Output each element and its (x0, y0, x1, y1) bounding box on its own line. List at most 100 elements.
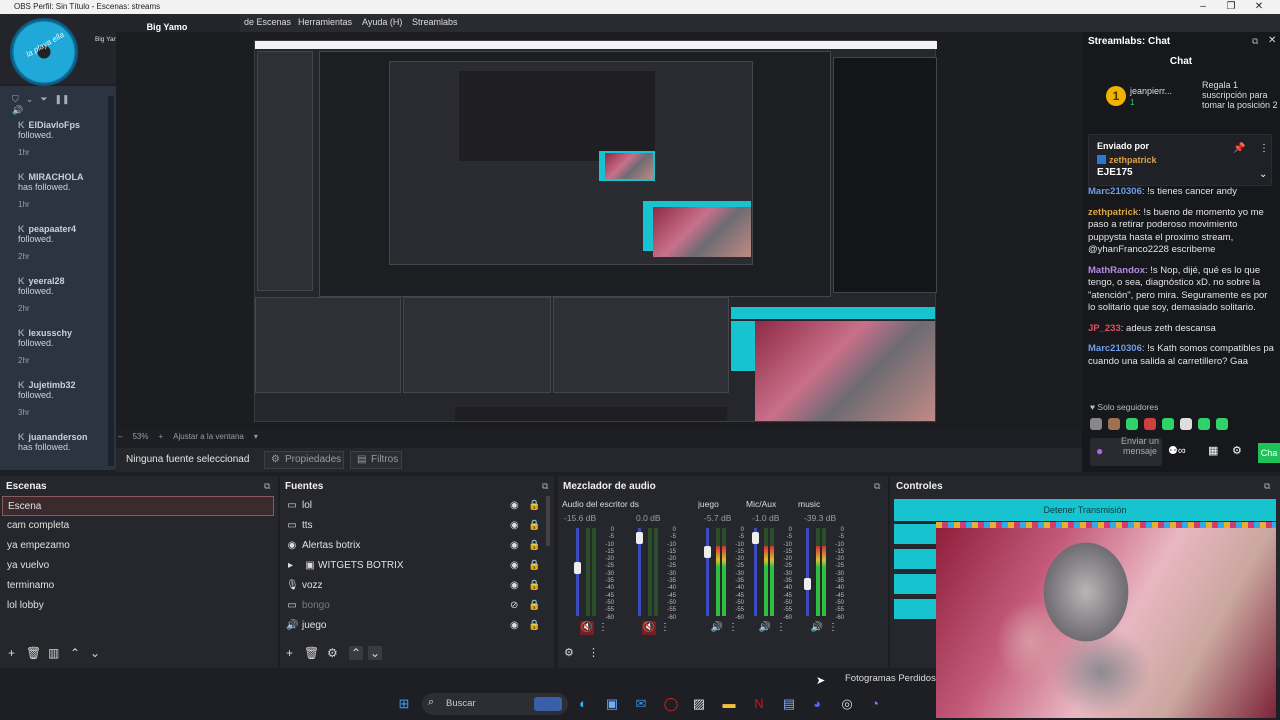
fader-knob-icon[interactable] (752, 532, 759, 544)
more-icon[interactable]: ⋮ (726, 621, 740, 635)
chat-user[interactable]: MathRandox (1088, 265, 1145, 276)
float-icon[interactable]: ⧉ (264, 481, 274, 491)
windows-start-icon[interactable]: ⊞ (395, 695, 413, 713)
emote-icon[interactable] (1198, 418, 1210, 430)
filter-icon[interactable]: ⏷ (40, 94, 47, 104)
stop-streaming-button[interactable]: Detener Transmisión (894, 499, 1276, 521)
down-icon[interactable]: ⌄ (368, 646, 382, 660)
close-icon[interactable]: ✕ (1268, 35, 1276, 46)
scene-item[interactable]: terminamo (2, 576, 274, 596)
lock-icon[interactable]: 🔒 (528, 496, 540, 516)
volume-icon[interactable]: 🔊 (710, 621, 724, 635)
eye-icon[interactable]: ◉ (510, 516, 519, 536)
more-icon[interactable]: ⋮ (658, 621, 672, 635)
fit-window[interactable]: Ajustar a la ventana (173, 432, 244, 441)
lock-icon[interactable]: 🔒 (528, 616, 540, 636)
lock-icon[interactable]: 🔒 (528, 556, 540, 576)
control-button[interactable] (894, 574, 938, 594)
event-user[interactable]: lexusschy (29, 328, 73, 338)
volume-icon[interactable]: 🔊 (758, 621, 772, 635)
preview-canvas[interactable] (254, 40, 937, 422)
mic-icon[interactable]: ● (1096, 444, 1103, 458)
outlook-icon[interactable]: ✉ (632, 695, 650, 713)
emote-icon[interactable] (1126, 418, 1138, 430)
eye-icon[interactable]: ◉ (510, 616, 519, 636)
up-icon[interactable]: ⌃ (349, 646, 363, 660)
muted-icon[interactable]: 🔇 (642, 621, 656, 635)
eye-icon[interactable]: ◉ (510, 556, 519, 576)
scene-item[interactable]: Escena (2, 496, 274, 516)
add-icon[interactable]: + (8, 646, 15, 660)
gear-icon[interactable]: ⚙ (327, 646, 338, 660)
expand-icon[interactable]: ▸ (288, 556, 293, 576)
source-item[interactable]: ▭ tts ◉ 🔒 (284, 516, 546, 536)
eye-icon[interactable]: ◉ (510, 536, 519, 556)
source-item[interactable]: ▭ bongo ⊘ 🔒 (284, 596, 546, 616)
properties-button[interactable]: ⚙ Propiedades (264, 451, 344, 469)
shield-icon[interactable]: ⛉ (12, 94, 19, 104)
pin-icon[interactable]: 📌 (1233, 143, 1245, 154)
emote-icon[interactable] (1144, 418, 1156, 430)
volume-fader[interactable] (806, 528, 809, 616)
chat-user[interactable]: Marc210306 (1088, 186, 1142, 197)
gift-promo[interactable]: Regala 1 suscripción para tomar la posic… (1202, 80, 1278, 110)
float-icon[interactable]: ⧉ (1264, 481, 1274, 491)
control-button[interactable] (894, 599, 938, 619)
minimize-icon[interactable]: – (1190, 0, 1216, 14)
fader-knob-icon[interactable] (574, 562, 581, 574)
event-user[interactable]: ElDiavloFps (29, 120, 81, 130)
leader-name[interactable]: jeanpierr... (1130, 86, 1172, 96)
edge-icon[interactable]: ◐ (574, 695, 592, 713)
netflix-icon[interactable]: N (750, 695, 768, 713)
folder-icon[interactable]: ▬ (720, 695, 738, 713)
emote-icon[interactable] (1180, 418, 1192, 430)
discord-icon[interactable]: ◕ (808, 695, 826, 713)
close-icon[interactable]: ✕ (1246, 0, 1272, 14)
obs-icon[interactable]: ◎ (838, 695, 856, 713)
emote-icon[interactable] (1108, 418, 1120, 430)
muted-icon[interactable]: 🔇 (580, 621, 594, 635)
source-item[interactable]: 🔊 juego ◉ 🔒 (284, 616, 546, 636)
lock-icon[interactable]: 🔒 (528, 516, 540, 536)
chevron-down-icon[interactable]: ▾ (254, 432, 258, 441)
add-icon[interactable]: + (286, 646, 293, 660)
chat-user[interactable]: zethpatrick (1088, 207, 1138, 218)
taskbar-search[interactable]: ⌕ Buscar (422, 693, 568, 715)
chat-user[interactable]: Marc210306 (1088, 343, 1142, 354)
menu-help[interactable]: Ayuda (H) (362, 17, 402, 27)
float-icon[interactable]: ⧉ (1252, 36, 1258, 47)
pause-icon[interactable]: ❚❚ (55, 94, 70, 104)
eye-icon[interactable]: ⊘ (510, 596, 518, 616)
more-icon[interactable]: ⋮ (596, 621, 610, 635)
zoom-out-icon[interactable]: – (118, 432, 122, 441)
emote-icon[interactable] (1216, 418, 1228, 430)
control-button[interactable] (894, 524, 938, 544)
chat-send-button[interactable]: Cha (1258, 443, 1280, 463)
source-item[interactable]: ▸ ▣ WITGETS BOTRIX ◉ 🔒 (284, 556, 546, 576)
scene-item[interactable]: ya vuelvo (2, 556, 274, 576)
source-item[interactable]: ▭ lol ◉ 🔒 (284, 496, 546, 516)
emote-icon[interactable] (1090, 418, 1102, 430)
maximize-icon[interactable]: ❐ (1218, 0, 1244, 14)
opera-icon[interactable]: ◯ (662, 695, 680, 713)
menu-streamlabs[interactable]: Streamlabs (412, 17, 458, 27)
event-user[interactable]: peapaater4 (29, 224, 77, 234)
fader-knob-icon[interactable] (804, 578, 811, 590)
store-icon[interactable]: ▣ (603, 695, 621, 713)
chat-app-icon[interactable]: ▤ (780, 695, 798, 713)
control-button[interactable] (894, 549, 938, 569)
store-icon[interactable]: ▦ (1208, 444, 1218, 457)
chat-user[interactable]: JP_233 (1088, 323, 1121, 334)
events-scrollbar[interactable] (108, 96, 114, 466)
float-icon[interactable]: ⧉ (542, 481, 552, 491)
eye-icon[interactable]: ◉ (510, 576, 519, 596)
scene-item[interactable]: ya empezamo (2, 536, 274, 556)
sources-scrollbar[interactable] (546, 496, 550, 546)
emote-icon[interactable] (1162, 418, 1174, 430)
menu-scenes[interactable]: de Escenas (244, 17, 291, 27)
event-user[interactable]: MIRACHOLA (29, 172, 84, 182)
volume-fader[interactable] (706, 528, 709, 616)
lock-icon[interactable]: 🔒 (528, 576, 540, 596)
mixer-settings-icon[interactable]: ⚙ (564, 646, 574, 659)
trash-icon[interactable]: 🗑 (26, 646, 41, 660)
